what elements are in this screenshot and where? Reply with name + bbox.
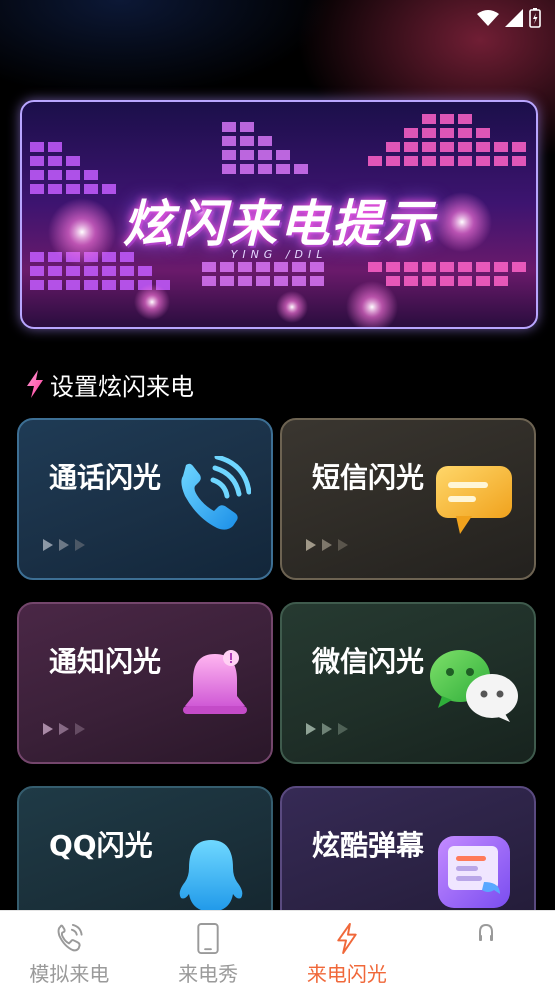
card-label: 微信闪光 [312,645,425,678]
arrow-indicator-icon [306,723,348,735]
tab-label: 来电秀 [178,962,239,986]
tab-label: 来电闪光 [306,962,387,986]
card-call-flash[interactable]: 通话闪光 [17,418,273,580]
phone-icon [181,456,251,530]
card-label: 通知闪光 [49,645,162,678]
section-heading-text: 设置炫闪来电 [50,372,194,401]
card-label: 炫酷弹幕 [312,829,425,862]
status-bar [0,0,555,34]
card-label: 短信闪光 [312,461,425,494]
tab-call-flash[interactable]: 来电闪光 [278,911,417,987]
arrow-indicator-icon [306,539,348,551]
message-icon [436,466,512,534]
tab-fake-call[interactable]: 模拟来电 [0,911,139,987]
card-sms-flash[interactable]: 短信闪光 [280,418,536,580]
wechat-icon [430,650,518,722]
lightning-icon [27,370,43,398]
card-label: 通话闪光 [49,461,162,494]
section-heading: 设置炫闪来电 [24,366,194,402]
arrow-indicator-icon [43,539,85,551]
card-notify-flash[interactable]: 通知闪光 [17,602,273,764]
lightning-icon [337,923,357,954]
phone-device-icon [197,923,219,954]
tab-call-show[interactable]: 来电秀 [139,911,278,987]
banner-title: 炫闪来电提示 [123,195,435,253]
card-label: QQ闪光 [49,829,153,862]
bottom-tab-bar: 模拟来电 来电秀 来电闪光 [0,910,555,987]
tab-label: 模拟来电 [29,962,110,986]
battery-icon [529,8,541,28]
bell-icon [183,650,247,714]
arrow-indicator-icon [43,723,85,735]
qq-icon [179,840,243,916]
tab-profile[interactable] [416,911,555,987]
wifi-icon [477,10,499,26]
phone-signal-icon [57,923,83,952]
card-wechat-flash[interactable]: 微信闪光 [280,602,536,764]
signal-icon [505,9,523,27]
status-icons [477,8,541,28]
barrage-icon [438,836,510,908]
headphone-icon [478,923,493,941]
hero-banner[interactable]: 炫闪来电提示 YING /DIL [20,100,538,329]
banner-subtitle: YING /DIL [230,248,328,261]
